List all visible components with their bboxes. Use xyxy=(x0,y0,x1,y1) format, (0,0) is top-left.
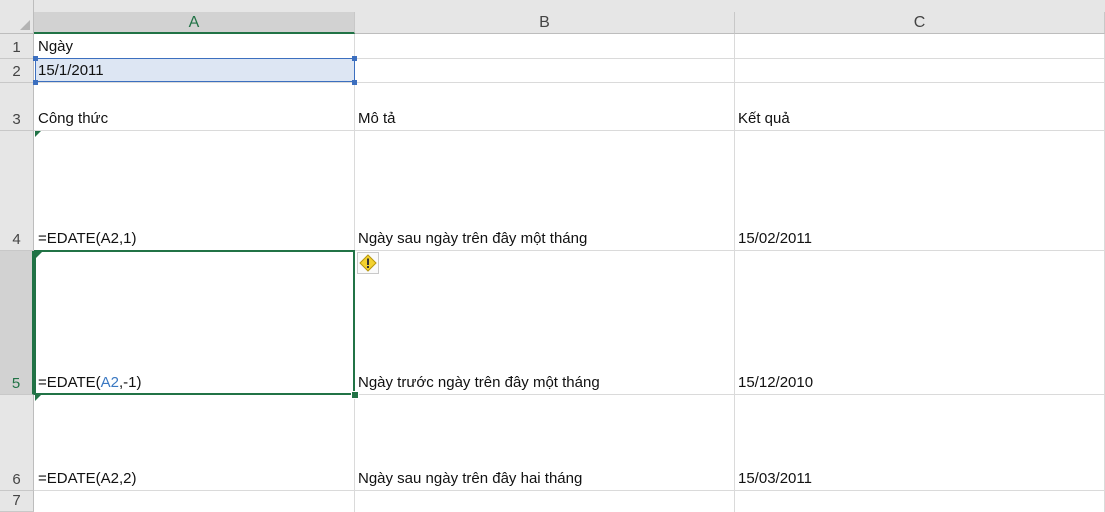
fill-handle[interactable] xyxy=(351,391,359,399)
gridline xyxy=(34,82,1105,83)
column-header-b[interactable]: B xyxy=(355,12,735,34)
row-header-4[interactable]: 4 xyxy=(0,131,34,251)
exclamation-diamond-icon xyxy=(359,254,377,272)
error-indicator-icon xyxy=(35,131,41,137)
row-header-3[interactable]: 3 xyxy=(0,83,34,131)
cell-c5[interactable]: 15/12/2010 xyxy=(738,374,813,392)
cell-b6[interactable]: Ngày sau ngày trên đây hai tháng xyxy=(358,470,582,488)
cell-a4[interactable]: =EDATE(A2,1) xyxy=(38,230,137,248)
cell-b3[interactable]: Mô tả xyxy=(358,110,396,128)
cell-a2[interactable]: 15/1/2011 xyxy=(38,62,104,80)
header-strip xyxy=(34,0,1105,12)
active-cell-a5[interactable] xyxy=(34,250,355,395)
gridline xyxy=(734,34,735,512)
range-handle[interactable] xyxy=(33,80,38,85)
row-header-7[interactable]: 7 xyxy=(0,491,34,512)
column-header-a[interactable]: A xyxy=(34,12,355,34)
cell-c4[interactable]: 15/02/2011 xyxy=(738,230,812,248)
cell-b4[interactable]: Ngày sau ngày trên đây một tháng xyxy=(358,230,587,248)
row-header-5[interactable]: 5 xyxy=(0,251,34,395)
error-indicator-icon xyxy=(35,395,41,401)
row-header-1[interactable]: 1 xyxy=(0,34,34,59)
cell-c3[interactable]: Kết quả xyxy=(738,110,790,128)
range-handle[interactable] xyxy=(33,56,38,61)
select-all-button[interactable] xyxy=(0,0,34,34)
gridline xyxy=(34,490,1105,491)
error-warning-button[interactable] xyxy=(357,252,379,274)
range-handle[interactable] xyxy=(352,80,357,85)
column-header-c[interactable]: C xyxy=(735,12,1105,34)
cell-a1[interactable]: Ngày xyxy=(38,38,73,56)
cell-b5[interactable]: Ngày trước ngày trên đây một tháng xyxy=(358,374,600,392)
select-all-triangle-icon xyxy=(20,20,30,30)
row-header-2[interactable]: 2 xyxy=(0,59,34,83)
spreadsheet-grid[interactable]: A B C 1 2 3 4 5 6 7 Ngày 15/1/2011 Công … xyxy=(0,0,1105,512)
cell-a6[interactable]: =EDATE(A2,2) xyxy=(38,470,137,488)
cell-c6[interactable]: 15/03/2011 xyxy=(738,470,812,488)
row-header-6[interactable]: 6 xyxy=(0,395,34,491)
cell-a3[interactable]: Công thức xyxy=(38,110,108,128)
error-indicator-icon xyxy=(36,252,42,258)
gridline xyxy=(34,130,1105,131)
range-handle[interactable] xyxy=(352,56,357,61)
